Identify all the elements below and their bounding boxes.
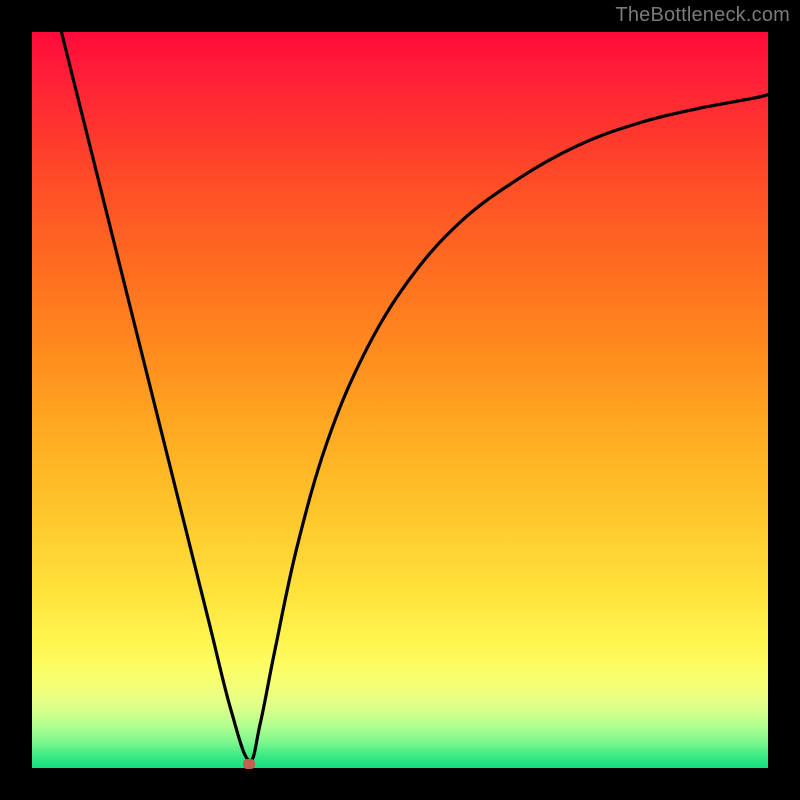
plot-area [32, 32, 768, 768]
bottleneck-curve [32, 32, 768, 768]
watermark-text: TheBottleneck.com [615, 4, 790, 27]
minimum-marker [243, 759, 255, 769]
curve-path [61, 32, 768, 761]
chart-frame: TheBottleneck.com [0, 0, 800, 800]
